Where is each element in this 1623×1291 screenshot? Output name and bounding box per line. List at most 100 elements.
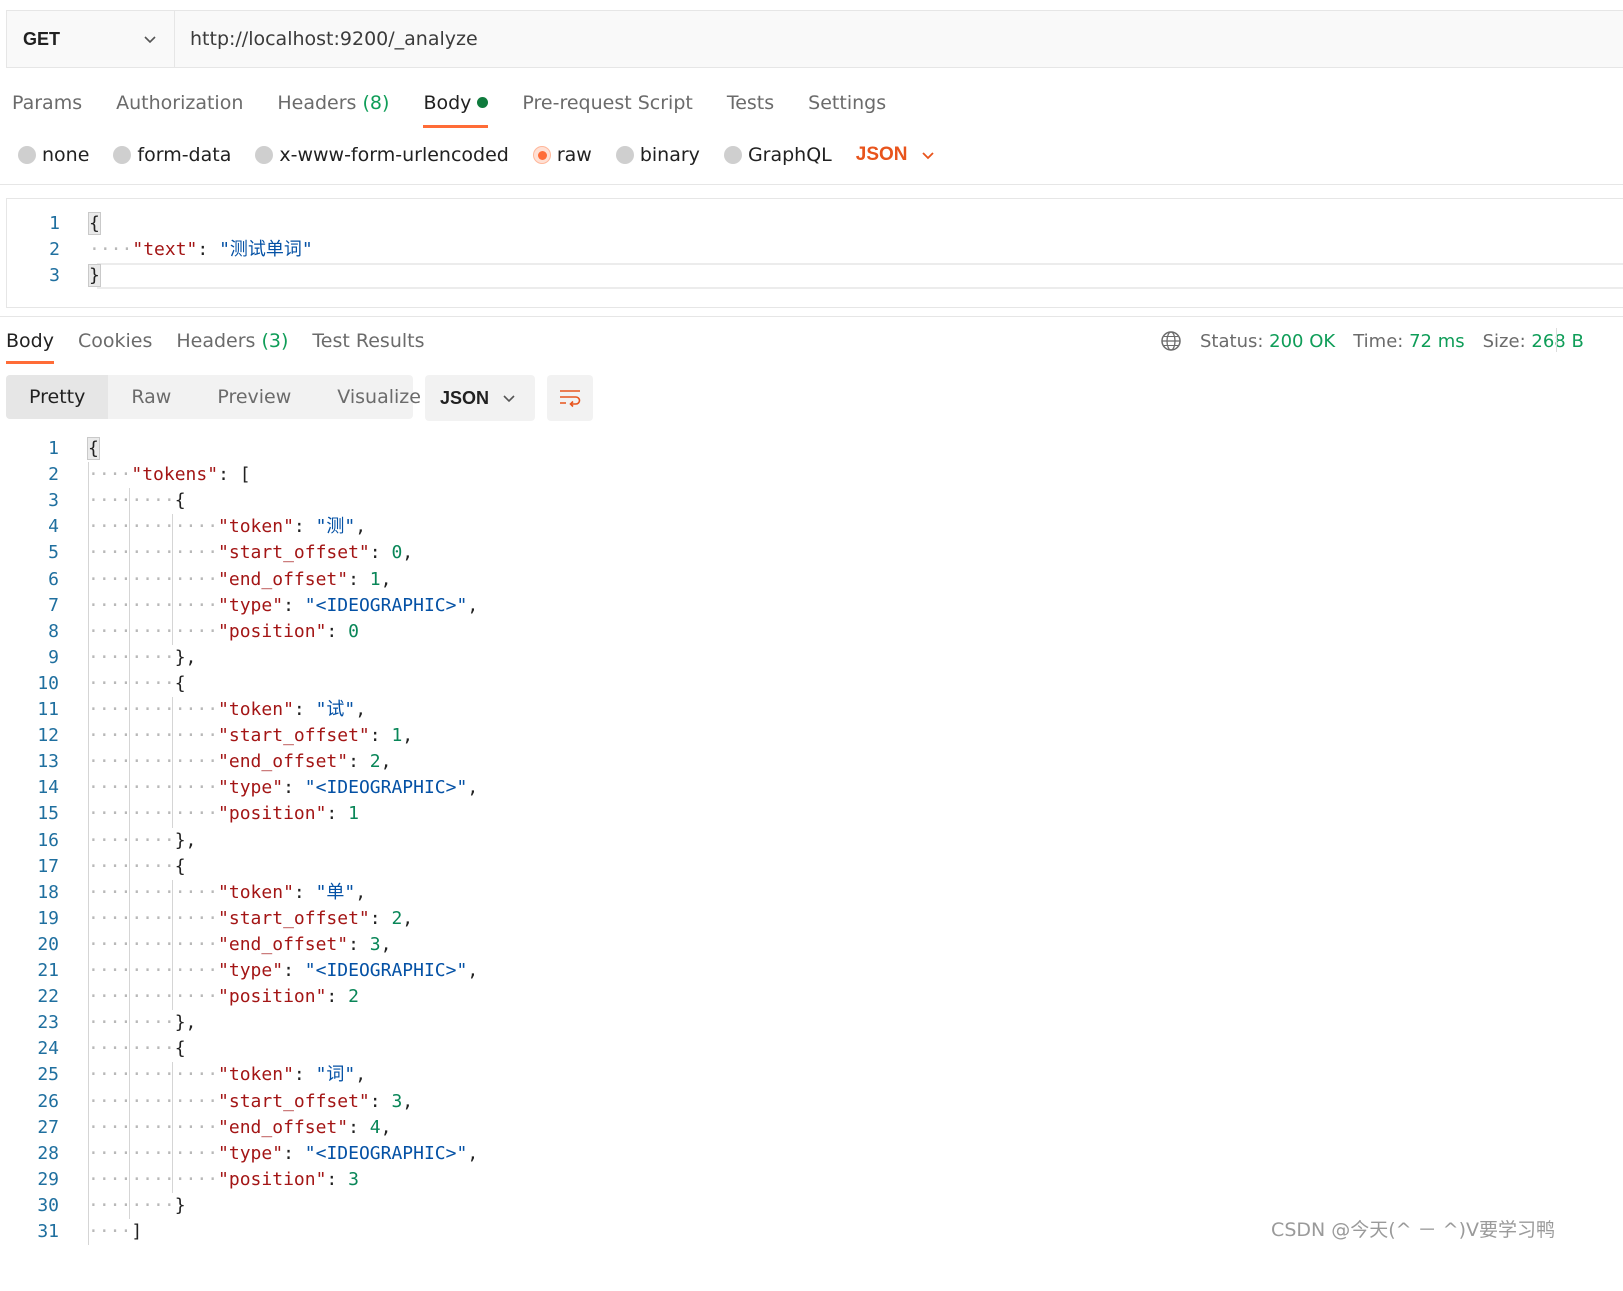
whitespace-marker: ········ (88, 855, 175, 877)
code-line: ····"tokens": [ (88, 462, 251, 488)
whitespace-marker: ········ (88, 829, 175, 851)
punctuation: : (369, 907, 392, 929)
whitespace-marker: ········ (88, 646, 175, 668)
punctuation: , (402, 1090, 414, 1112)
punctuation: : (283, 1142, 305, 1164)
tab-count-badge: (3) (261, 330, 289, 352)
code-line: ············"end_offset": 1, (88, 567, 391, 593)
tab-authorization[interactable]: Authorization (116, 86, 243, 128)
size-indicator: Size: 268 B (1483, 331, 1584, 352)
punctuation: : (197, 239, 220, 260)
view-mode-raw[interactable]: Raw (108, 375, 194, 419)
indent-guide (129, 488, 130, 1219)
whitespace-marker: ···· (88, 1221, 132, 1242)
whitespace-marker: ············ (88, 542, 219, 564)
code-line: ········} (88, 1193, 186, 1219)
code-line: ········{ (88, 1036, 186, 1062)
json-key: "token" (218, 699, 294, 720)
json-value: "单" (315, 881, 356, 903)
tab-body[interactable]: Body (423, 86, 489, 128)
punctuation: : (293, 881, 316, 903)
line-number: 5 (48, 542, 59, 564)
whitespace-marker: ············ (88, 1116, 219, 1138)
request-body-editor[interactable]: 1 {2 ····"text": "测试单词" 3} (6, 198, 1623, 308)
punctuation: : (283, 960, 305, 981)
line-number: 25 (37, 1064, 59, 1086)
json-key: "end_offset" (218, 751, 349, 773)
code-line: ········}, (88, 645, 196, 671)
whitespace-marker: ············ (88, 516, 219, 538)
bracket: { (174, 672, 186, 694)
view-mode-group: Pretty Raw Preview Visualize (6, 375, 421, 419)
globe-icon[interactable] (1160, 330, 1182, 352)
wrap-lines-button[interactable] (547, 375, 593, 421)
indent-guide (172, 514, 173, 645)
json-key: "start_offset" (218, 907, 370, 929)
chevron-down-icon (144, 36, 156, 44)
code-line: ············"end_offset": 4, (88, 1115, 391, 1141)
radio-form-data[interactable]: form-data (113, 144, 231, 166)
response-tab-body[interactable]: Body (6, 326, 54, 364)
json-key: "start_offset" (218, 725, 370, 747)
line-number: 23 (37, 1012, 59, 1034)
radio-GraphQL[interactable]: GraphQL (723, 144, 832, 166)
radio-x-www-form-urlencoded[interactable]: x-www-form-urlencoded (255, 144, 509, 166)
radio-none[interactable]: none (18, 144, 89, 166)
line-number: 6 (48, 568, 59, 590)
json-value: 2 (391, 907, 403, 929)
json-key: "end_offset" (218, 1116, 349, 1138)
line-number: 18 (37, 881, 59, 903)
punctuation: , (402, 907, 414, 929)
time-label: Time: (1353, 330, 1404, 352)
whitespace-marker: ···· (88, 464, 132, 486)
line-number: 12 (37, 725, 59, 747)
response-tab-headers[interactable]: Headers (3) (176, 326, 288, 364)
status-indicator: Status: 200 OK (1200, 331, 1335, 352)
code-line: ············"end_offset": 2, (88, 749, 391, 775)
whitespace-marker: ········ (88, 1012, 175, 1034)
view-mode-preview[interactable]: Preview (194, 375, 314, 419)
response-body-viewer[interactable]: 1{2 ····"tokens": [3 ········{4 ···········… (0, 436, 1623, 1291)
json-value: "<IDEOGRAPHIC>" (304, 960, 468, 981)
tab-label: Cookies (77, 330, 153, 352)
whitespace-marker: ············ (88, 933, 219, 955)
url-input[interactable]: http://localhost:9200/_analyze (175, 11, 1623, 67)
whitespace-marker: ············ (88, 1090, 219, 1112)
line-number: 14 (37, 777, 59, 799)
radio-label: GraphQL (747, 144, 832, 166)
radio-raw[interactable]: raw (532, 144, 592, 166)
bracket: { (88, 212, 101, 235)
tab-headers[interactable]: Headers (8) (277, 86, 389, 128)
tab-label: Body (423, 92, 472, 114)
response-tab-cookies[interactable]: Cookies (78, 326, 152, 364)
body-language-select[interactable]: JSON (856, 144, 936, 166)
tab-tests[interactable]: Tests (727, 86, 774, 128)
size-value: 268 B (1531, 330, 1584, 352)
indent-guide (172, 697, 173, 828)
response-status: Status: 200 OK Time: 72 ms Size: 268 B (1160, 328, 1602, 354)
whitespace-marker: ········ (88, 1194, 175, 1216)
radio-circle-icon (532, 146, 551, 164)
view-mode-pretty[interactable]: Pretty (6, 375, 109, 419)
tab-settings[interactable]: Settings (808, 86, 886, 128)
punctuation: , (467, 777, 479, 799)
code-line: } (88, 263, 101, 289)
method-select[interactable]: GET (7, 11, 175, 67)
punctuation: : (293, 699, 316, 720)
response-format-select[interactable]: JSON (425, 375, 535, 421)
tab-params[interactable]: Params (12, 86, 82, 128)
current-line-highlight (97, 263, 1623, 289)
json-value: 1 (369, 568, 381, 590)
code-line: ········{ (88, 671, 186, 697)
code-line: ············"end_offset": 3, (88, 932, 391, 958)
tab-pre-request-script[interactable]: Pre-request Script (522, 86, 692, 128)
tab-label: Authorization (116, 92, 244, 114)
bracket: } (174, 1194, 186, 1216)
radio-label: x-www-form-urlencoded (279, 144, 509, 166)
bracket: ] (131, 1221, 143, 1242)
punctuation: , (402, 542, 414, 564)
code-line: { (88, 211, 101, 237)
response-tab-test-results[interactable]: Test Results (312, 326, 424, 364)
radio-binary[interactable]: binary (615, 144, 700, 166)
json-value: "词" (315, 1064, 356, 1086)
